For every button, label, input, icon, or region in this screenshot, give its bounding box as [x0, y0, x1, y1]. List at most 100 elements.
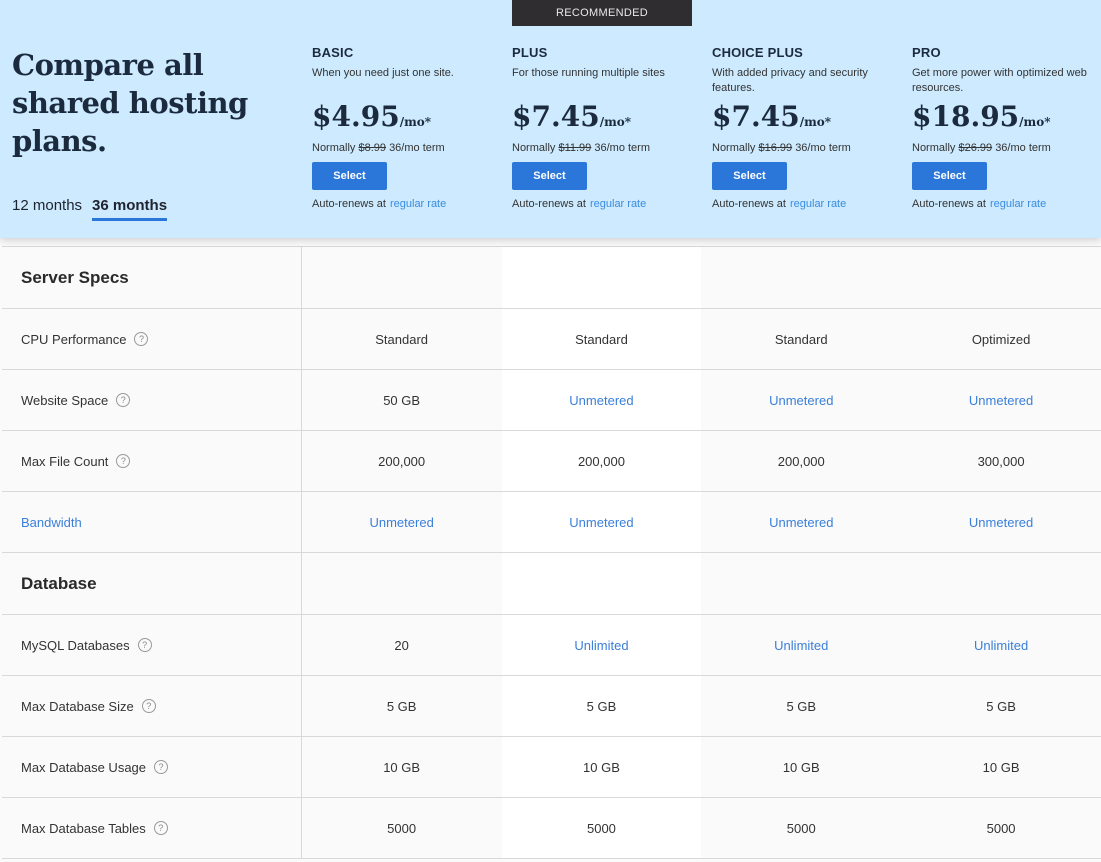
feature-row: Max Database Tables? 5000 5000 5000 5000 [2, 798, 1101, 859]
comparison-table: Server Specs CPU Performance? Standard Stan… [2, 246, 1101, 859]
feature-label: CPU Performance? [2, 309, 302, 369]
select-plus-button[interactable]: Select [512, 162, 587, 190]
feature-value: 5 GB [786, 698, 817, 714]
feature-value[interactable]: Unmetered [501, 370, 702, 430]
normally-label: Normally [312, 142, 356, 154]
feature-value[interactable]: Unlimited [901, 615, 1101, 675]
feature-label: Max Database Usage? [2, 737, 302, 797]
label-text: Server Specs [21, 267, 129, 287]
normal-price-line: Normally $11.99 36/mo term [512, 142, 702, 154]
feature-value[interactable]: Unmetered [701, 370, 901, 430]
normally-label: Normally [712, 142, 756, 154]
feature-row: Website Space? 50 GB Unmetered Unmetered Unm… [2, 370, 1101, 431]
plan-price: $4.95/mo* [312, 100, 502, 139]
label-text: MySQL Databases [21, 637, 130, 653]
help-icon[interactable]: ? [154, 760, 169, 774]
feature-value: 5 GB [986, 698, 1016, 714]
label-text: Max Database Size [21, 698, 134, 714]
help-icon[interactable]: ? [116, 454, 131, 468]
feature-value[interactable]: Unmetered [501, 492, 702, 552]
help-icon[interactable]: ? [141, 699, 156, 713]
empty-cell [701, 553, 901, 614]
feature-value: 200,000 [378, 453, 426, 469]
term-label: 36/mo term [594, 142, 650, 154]
original-price: $8.99 [358, 142, 386, 154]
plan-card-basic: BASIC When you need just one site. $4.95… [312, 45, 502, 210]
plan-description: For those running multiple sites [512, 67, 665, 79]
feature-row: Max File Count? 200,000 200,000 200,000 300,… [2, 431, 1101, 492]
feature-value: 10 GB [782, 759, 820, 775]
feature-value: Optimized [971, 331, 1031, 347]
term-label: 36/mo term [389, 142, 445, 154]
feature-label: Max File Count? [2, 431, 302, 491]
price-period: /mo* [1019, 115, 1051, 129]
feature-row: Bandwidth Unmetered Unmetered Unmetered Unme… [2, 492, 1101, 553]
feature-value: 50 GB [383, 392, 421, 408]
regular-rate-link[interactable]: regular rate [790, 198, 846, 210]
plans-header: Compare all shared hosting plans. 12 mon… [0, 0, 1101, 238]
feature-label: Max Database Size? [2, 676, 302, 736]
feature-label[interactable]: Bandwidth [2, 492, 302, 552]
feature-value: 5 GB [386, 698, 417, 714]
original-price: $26.99 [958, 142, 993, 154]
term-12-months[interactable]: 12 months [12, 197, 82, 221]
term-36-months[interactable]: 36 months [92, 197, 168, 221]
price-period: /mo* [799, 115, 832, 129]
select-pro-button[interactable]: Select [912, 162, 987, 190]
term-toggle: 12 months 36 months [12, 197, 168, 221]
price-amount: $7.45 [712, 100, 800, 133]
plan-description: Get more power with optimized web resour… [912, 67, 1087, 94]
feature-value: 5000 [786, 820, 816, 836]
autorenew-note: Auto-renews at regular rate [912, 198, 1101, 210]
price-amount: $4.95 [312, 100, 400, 133]
feature-label: MySQL Databases? [2, 615, 302, 675]
feature-value: 200,000 [777, 453, 825, 469]
feature-value[interactable]: Unmetered [701, 492, 901, 552]
regular-rate-link[interactable]: regular rate [590, 198, 646, 210]
price-period: /mo* [599, 115, 632, 129]
feature-row: Max Database Usage? 10 GB 10 GB 10 GB 10 GB [2, 737, 1101, 798]
normal-price-line: Normally $16.99 36/mo term [712, 142, 902, 154]
select-basic-button[interactable]: Select [312, 162, 387, 190]
autorenew-note: Auto-renews at regular rate [712, 198, 902, 210]
help-icon[interactable]: ? [116, 393, 131, 407]
feature-value: 20 [394, 637, 409, 653]
help-icon[interactable]: ? [153, 821, 168, 835]
section-header-row: Server Specs [2, 247, 1101, 309]
normally-label: Normally [512, 142, 556, 154]
plan-card-pro: PRO Get more power with optimized web re… [912, 45, 1101, 210]
feature-value[interactable]: Unlimited [701, 615, 901, 675]
feature-value: 10 GB [501, 737, 702, 797]
help-icon[interactable]: ? [134, 332, 149, 346]
regular-rate-link[interactable]: regular rate [990, 198, 1046, 210]
feature-label: Max Database Tables? [2, 798, 302, 858]
feature-value: 5000 [501, 798, 702, 858]
section-title: Database [2, 553, 302, 614]
empty-cell [302, 247, 502, 308]
select-choice-plus-button[interactable]: Select [712, 162, 787, 190]
feature-value[interactable]: Unmetered [302, 492, 502, 552]
feature-label: Website Space? [2, 370, 302, 430]
plan-price: $7.45/mo* [512, 100, 702, 139]
price-amount: $18.95 [912, 100, 1020, 133]
feature-value[interactable]: Unmetered [901, 370, 1101, 430]
empty-cell [901, 553, 1101, 614]
feature-value[interactable]: Unmetered [901, 492, 1101, 552]
label-text: CPU Performance [21, 331, 127, 347]
feature-value: Standard [375, 331, 429, 347]
help-icon[interactable]: ? [137, 638, 152, 652]
feature-value: Standard [501, 309, 702, 369]
recommended-badge: RECOMMENDED [512, 0, 692, 26]
regular-rate-link[interactable]: regular rate [390, 198, 446, 210]
autorenew-text: Auto-renews at [512, 198, 586, 210]
feature-value[interactable]: Unlimited [501, 615, 702, 675]
empty-cell [302, 553, 502, 614]
page-title: Compare all shared hosting plans. [12, 48, 248, 158]
feature-value: 10 GB [383, 759, 421, 775]
feature-value: 5000 [387, 820, 417, 836]
autorenew-text: Auto-renews at [312, 198, 386, 210]
label-text: Max Database Usage [21, 759, 147, 775]
feature-value: 200,000 [501, 431, 702, 491]
plan-description: With added privacy and security features… [712, 67, 868, 94]
original-price: $16.99 [758, 142, 793, 154]
